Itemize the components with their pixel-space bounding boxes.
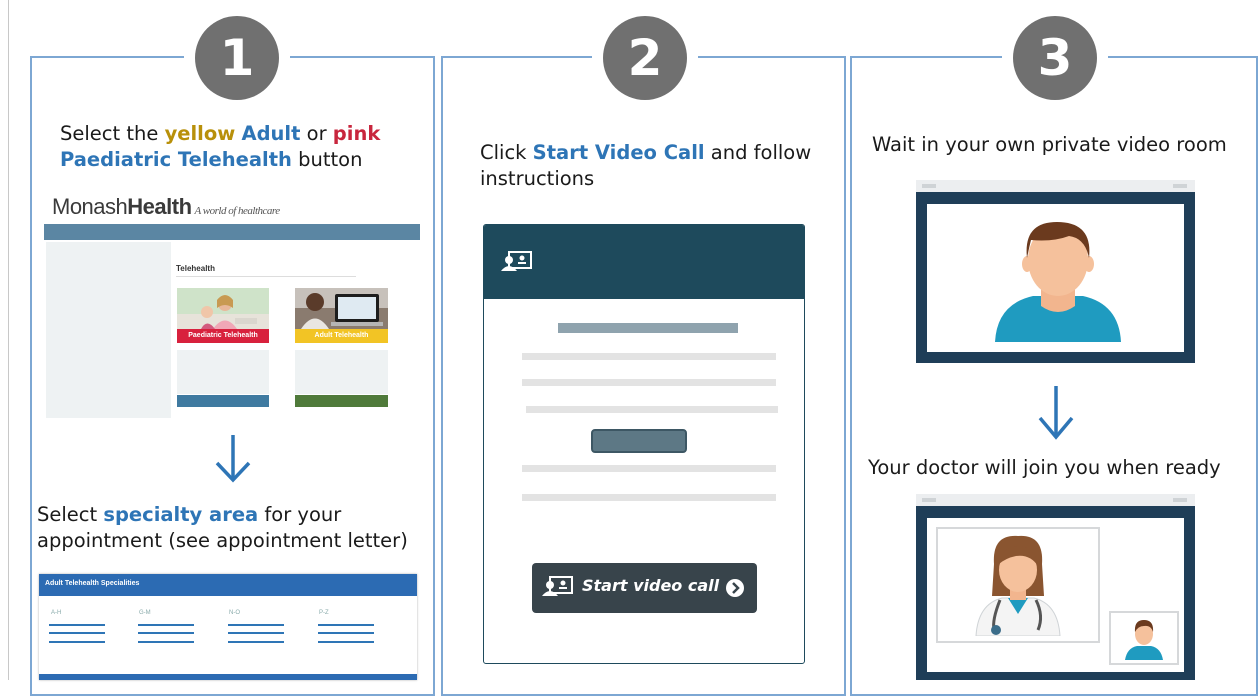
specialties-header: Adult Telehealth Specialities xyxy=(39,574,417,596)
spec-line xyxy=(49,624,105,626)
spec-line xyxy=(138,624,194,626)
spec-line xyxy=(318,624,374,626)
start-video-call-button[interactable]: Start video call xyxy=(532,563,757,613)
specialty-column-a-h[interactable]: A-H xyxy=(51,610,61,616)
spec-line xyxy=(138,632,194,634)
specialty-column-p-z[interactable]: P-Z xyxy=(319,610,329,616)
placeholder-tile xyxy=(177,350,269,394)
content-line xyxy=(522,379,776,386)
window-dots xyxy=(1173,184,1187,188)
spec-line xyxy=(228,624,284,626)
yellow-word: yellow xyxy=(164,122,236,145)
spec-line xyxy=(138,641,194,643)
tile-footer-green xyxy=(295,395,388,407)
placeholder-tile xyxy=(295,350,388,394)
patient-self-view-icon xyxy=(1125,620,1163,660)
start-video-call-word: Start Video Call xyxy=(532,141,705,164)
step-1-badge: 1 xyxy=(195,16,279,100)
specialties-title: Adult Telehealth Specialities xyxy=(45,580,140,587)
video-card-header xyxy=(484,225,804,299)
content-line xyxy=(558,323,738,333)
private-video-room xyxy=(916,180,1195,363)
step-3-badge: 3 xyxy=(1013,16,1097,100)
paediatric-telehealth-tile[interactable]: Paediatric Telehealth xyxy=(177,288,269,343)
laptop-photo xyxy=(295,288,388,329)
start-video-call-label: Start video call xyxy=(582,576,720,595)
specialties-screenshot: Adult Telehealth Specialities A-H G-M N-… xyxy=(39,574,417,680)
step-3-wait-instruction: Wait in your own private video room xyxy=(872,133,1227,156)
heading-underline xyxy=(176,276,356,277)
specialty-area-word: specialty area xyxy=(103,503,259,526)
content-line xyxy=(522,353,776,360)
chevron-right-icon xyxy=(726,579,744,597)
specialty-column-n-o[interactable]: N-O xyxy=(229,610,240,616)
adult-word: Adult xyxy=(241,122,301,145)
telehealth-site-screenshot: Telehealth Paediatric Telehealth Adult T… xyxy=(44,224,420,418)
down-arrow-icon xyxy=(1038,386,1074,440)
content-line xyxy=(526,406,778,413)
window-titlebar xyxy=(916,494,1195,506)
video-call-icon xyxy=(542,576,573,596)
family-photo xyxy=(177,288,269,329)
site-sidebar xyxy=(46,242,171,418)
doctor-avatar-icon xyxy=(975,535,1061,636)
window-dots xyxy=(922,498,936,502)
step-2-instruction: Click Start Video Call and follow instru… xyxy=(480,141,812,190)
step-1-specialty-instruction: Select specialty area for your appointme… xyxy=(37,503,408,552)
spec-line xyxy=(49,632,105,634)
doctor-video-call xyxy=(916,494,1195,680)
content-line xyxy=(522,465,776,472)
window-dots xyxy=(1173,498,1187,502)
down-arrow-icon xyxy=(215,435,251,483)
paediatric-telehealth-label: Paediatric Telehealth xyxy=(177,329,269,343)
pink-word: pink xyxy=(332,122,381,145)
video-call-icon xyxy=(501,251,532,271)
step-3-doctor-instruction: Your doctor will join you when ready xyxy=(868,456,1221,479)
spec-line xyxy=(318,641,374,643)
spec-line xyxy=(228,641,284,643)
adult-telehealth-label: Adult Telehealth xyxy=(295,329,388,343)
step-2-badge: 2 xyxy=(603,16,687,100)
left-margin-rule xyxy=(8,0,9,680)
site-page-heading: Telehealth xyxy=(176,264,215,273)
placeholder-button xyxy=(591,429,687,453)
window-dots xyxy=(922,184,936,188)
window-titlebar xyxy=(916,180,1195,192)
site-header-bar xyxy=(44,224,420,240)
specialty-column-g-m[interactable]: G-M xyxy=(139,610,151,616)
paediatric-telehealth-word: Paediatric Telehealth xyxy=(60,148,292,171)
patient-avatar-icon xyxy=(995,222,1121,342)
specialties-footer xyxy=(39,674,417,680)
adult-telehealth-tile[interactable]: Adult Telehealth xyxy=(295,288,388,343)
tile-footer-blue xyxy=(177,395,269,407)
spec-line xyxy=(49,641,105,643)
spec-line xyxy=(228,632,284,634)
step-1-instruction: Select the yellow Adult or pink Paediatri… xyxy=(60,122,381,171)
content-line xyxy=(522,494,776,501)
monash-health-logo: MonashHealth A world of healthcare xyxy=(52,194,280,219)
spec-line xyxy=(318,632,374,634)
